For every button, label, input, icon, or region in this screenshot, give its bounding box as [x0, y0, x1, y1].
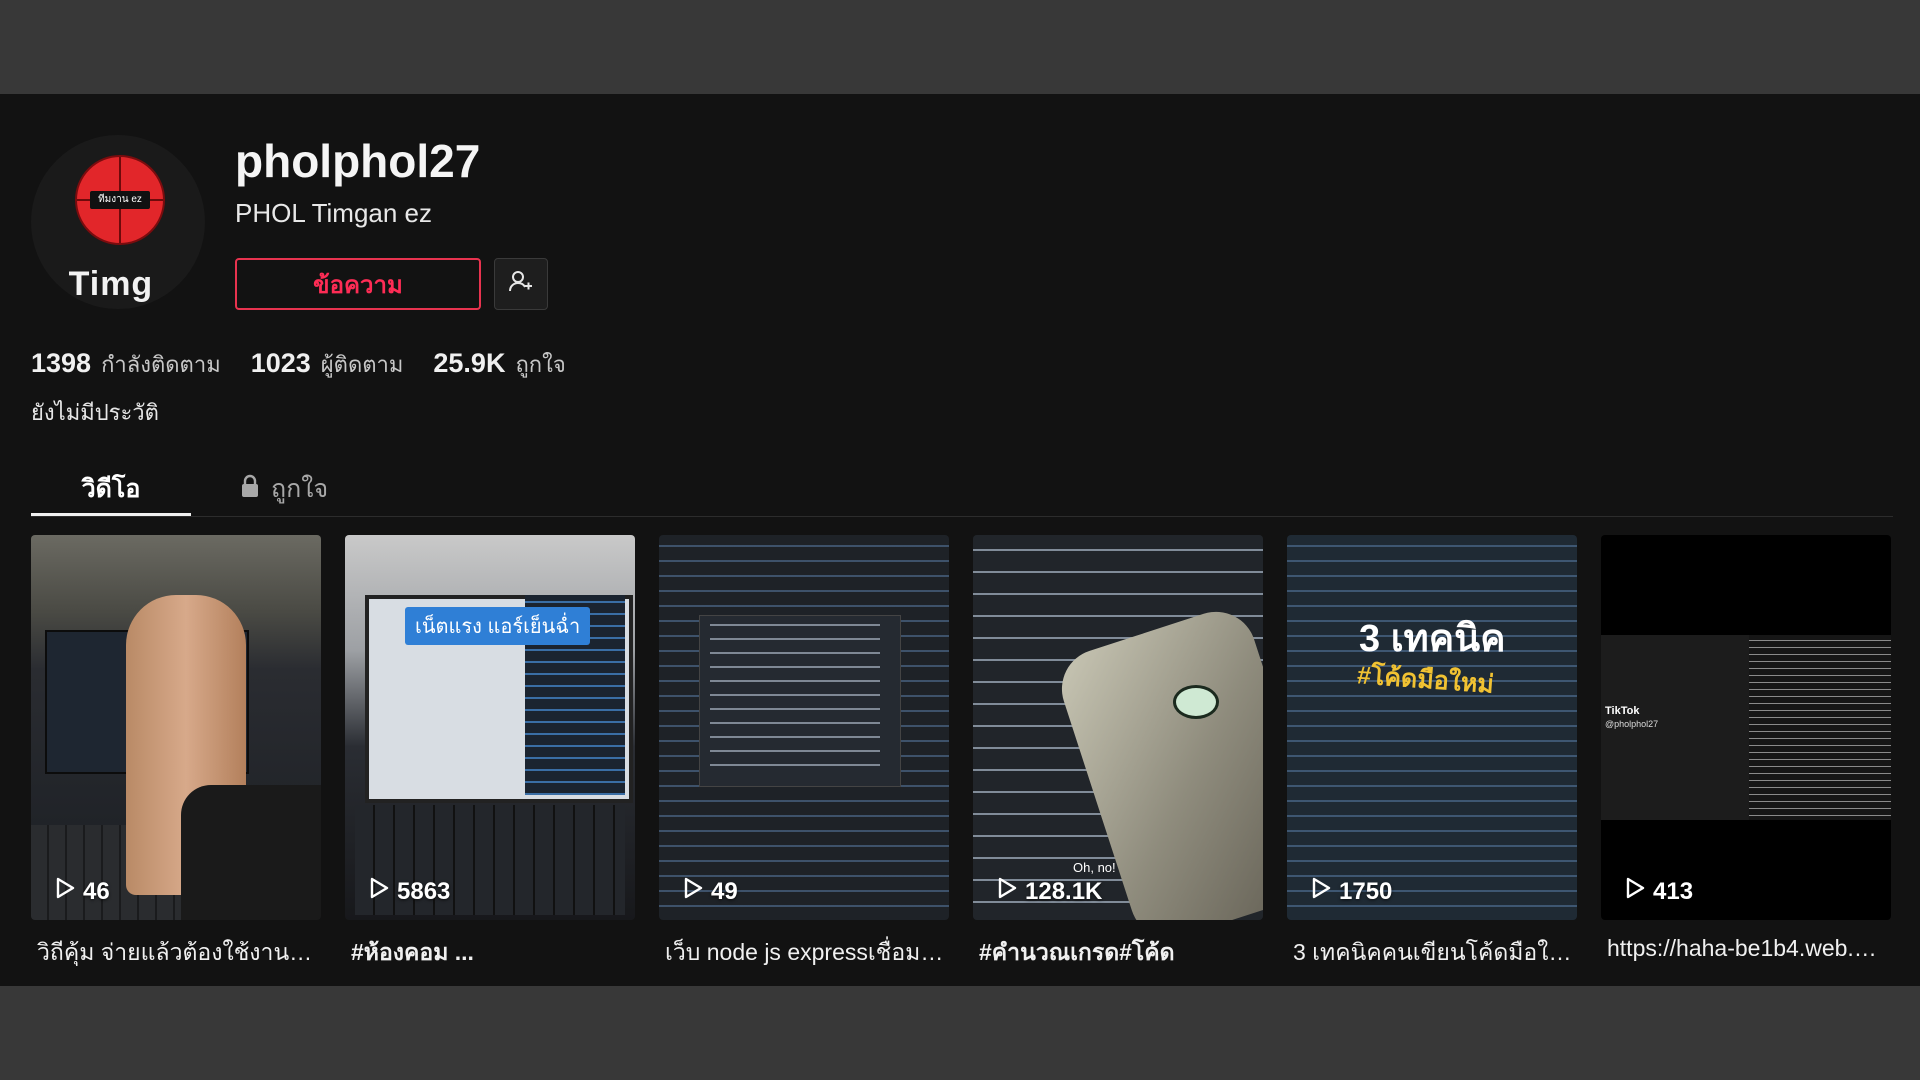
followers-label: ผู้ติดตาม: [320, 352, 404, 377]
likes-stat: 25.9K ถูกใจ: [433, 347, 565, 382]
tab-videos[interactable]: วิดีโอ: [31, 464, 191, 516]
play-count-value: 5863: [397, 877, 451, 905]
thumb-autocomplete: [699, 615, 901, 787]
video-caption[interactable]: https://haha-be1b4.web.app: [1607, 935, 1889, 962]
play-icon: [1311, 877, 1331, 906]
play-count-value: 46: [83, 877, 110, 905]
video-card[interactable]: Oh, no! 128.1K #คำนวณเกรด#โค้ด: [973, 535, 1263, 965]
profile-page: ทีมงาน ez L Timg pholphol27 PHOL Timgan …: [0, 94, 1920, 986]
tab-active-indicator: [31, 513, 191, 516]
video-thumbnail[interactable]: 3 เทคนิค #โค้ดมือใหม่ 1750: [1287, 535, 1577, 920]
video-card[interactable]: เน็ตแรง แอร์เย็นฉ่ำ 5863 #ห้องคอม ...: [345, 535, 635, 965]
avatar[interactable]: ทีมงาน ez L Timg: [31, 135, 205, 309]
play-count-value: 49: [711, 877, 738, 905]
avatar-badge: ทีมงาน ez: [90, 191, 150, 209]
play-count: 46: [55, 877, 110, 906]
thumb-watermark: TikTok: [1605, 705, 1640, 717]
play-icon: [997, 877, 1017, 906]
video-caption[interactable]: วิถีคุ้ม จ่ายแล้วต้องใช้งานให้คุ้ม: [37, 935, 319, 971]
thumb-watermark-handle: @pholphol27: [1605, 719, 1659, 729]
follow-button[interactable]: [494, 258, 548, 310]
tab-liked-label: ถูกใจ: [271, 475, 329, 503]
video-card[interactable]: 46 วิถีคุ้ม จ่ายแล้วต้องใช้งานให้คุ้ม: [31, 535, 321, 965]
likes-count: 25.9K: [433, 348, 506, 378]
following-count: 1398: [31, 348, 92, 378]
thumb-terminal: [1749, 635, 1891, 820]
video-thumbnail[interactable]: TikTok @pholphol27 413: [1601, 535, 1891, 920]
following-stat[interactable]: 1398 กำลังติดตาม: [31, 347, 221, 382]
thumb-overlay-text: Oh, no!: [1073, 860, 1116, 875]
likes-label: ถูกใจ: [515, 352, 566, 377]
video-caption[interactable]: 3 เทคนิคคนเขียนโค้ดมือใหม่: [1293, 935, 1575, 971]
play-icon: [683, 877, 703, 906]
play-count: 128.1K: [997, 877, 1102, 906]
video-card[interactable]: 3 เทคนิค #โค้ดมือใหม่ 1750 3 เทคนิคคนเขี…: [1287, 535, 1577, 965]
play-count-value: 1750: [1339, 877, 1393, 905]
thumb-code: [1287, 535, 1577, 920]
play-count: 5863: [369, 877, 450, 906]
play-icon: [369, 877, 389, 906]
user-follow-icon: [508, 269, 534, 300]
profile-tabs: วิดีโอ ถูกใจ: [31, 464, 1893, 517]
video-thumbnail[interactable]: 46: [31, 535, 321, 920]
thumb-sleeve: [181, 785, 321, 920]
video-thumbnail[interactable]: 49: [659, 535, 949, 920]
lock-icon: [239, 474, 261, 505]
username: pholphol27: [235, 135, 481, 187]
thumb-eye: [1173, 685, 1219, 719]
following-label: กำลังติดตาม: [101, 352, 221, 377]
followers-stat[interactable]: 1023 ผู้ติดตาม: [251, 347, 404, 382]
video-caption[interactable]: เว็บ node js expressเชื่อมต่อ: [665, 935, 947, 971]
tab-videos-label: วิดีโอ: [81, 475, 141, 503]
followers-count: 1023: [250, 348, 311, 378]
video-caption[interactable]: #ห้องคอม ...: [351, 935, 633, 971]
video-thumbnail[interactable]: Oh, no! 128.1K: [973, 535, 1263, 920]
play-icon: [1625, 877, 1645, 906]
top-frame: [0, 0, 1920, 94]
video-card[interactable]: TikTok @pholphol27 413 https://haha-be1b…: [1601, 535, 1891, 961]
display-name: PHOL Timgan ez: [235, 198, 433, 228]
profile-stats: 1398 กำลังติดตาม 1023 ผู้ติดตาม 25.9K ถู…: [31, 347, 566, 382]
video-card[interactable]: 49 เว็บ node js expressเชื่อมต่อ: [659, 535, 949, 965]
play-count: 1750: [1311, 877, 1392, 906]
tab-liked[interactable]: ถูกใจ: [239, 464, 328, 514]
avatar-text: L Timg: [37, 265, 154, 303]
play-count-value: 413: [1653, 877, 1694, 905]
video-caption[interactable]: #คำนวณเกรด#โค้ด: [979, 935, 1261, 971]
video-thumbnail[interactable]: เน็ตแรง แอร์เย็นฉ่ำ 5863: [345, 535, 635, 920]
video-grid: 46 วิถีคุ้ม จ่ายแล้วต้องใช้งานให้คุ้ม เน…: [31, 535, 1893, 965]
play-count: 413: [1625, 877, 1693, 906]
play-count-value: 128.1K: [1025, 877, 1103, 905]
play-icon: [55, 877, 75, 906]
play-count: 49: [683, 877, 738, 906]
thumb-overlay-text: เน็ตแรง แอร์เย็นฉ่ำ: [405, 607, 591, 645]
message-button[interactable]: ข้อความ: [235, 258, 481, 310]
bottom-frame: [0, 986, 1920, 1080]
bio: ยังไม่มีประวัติ: [31, 400, 159, 425]
